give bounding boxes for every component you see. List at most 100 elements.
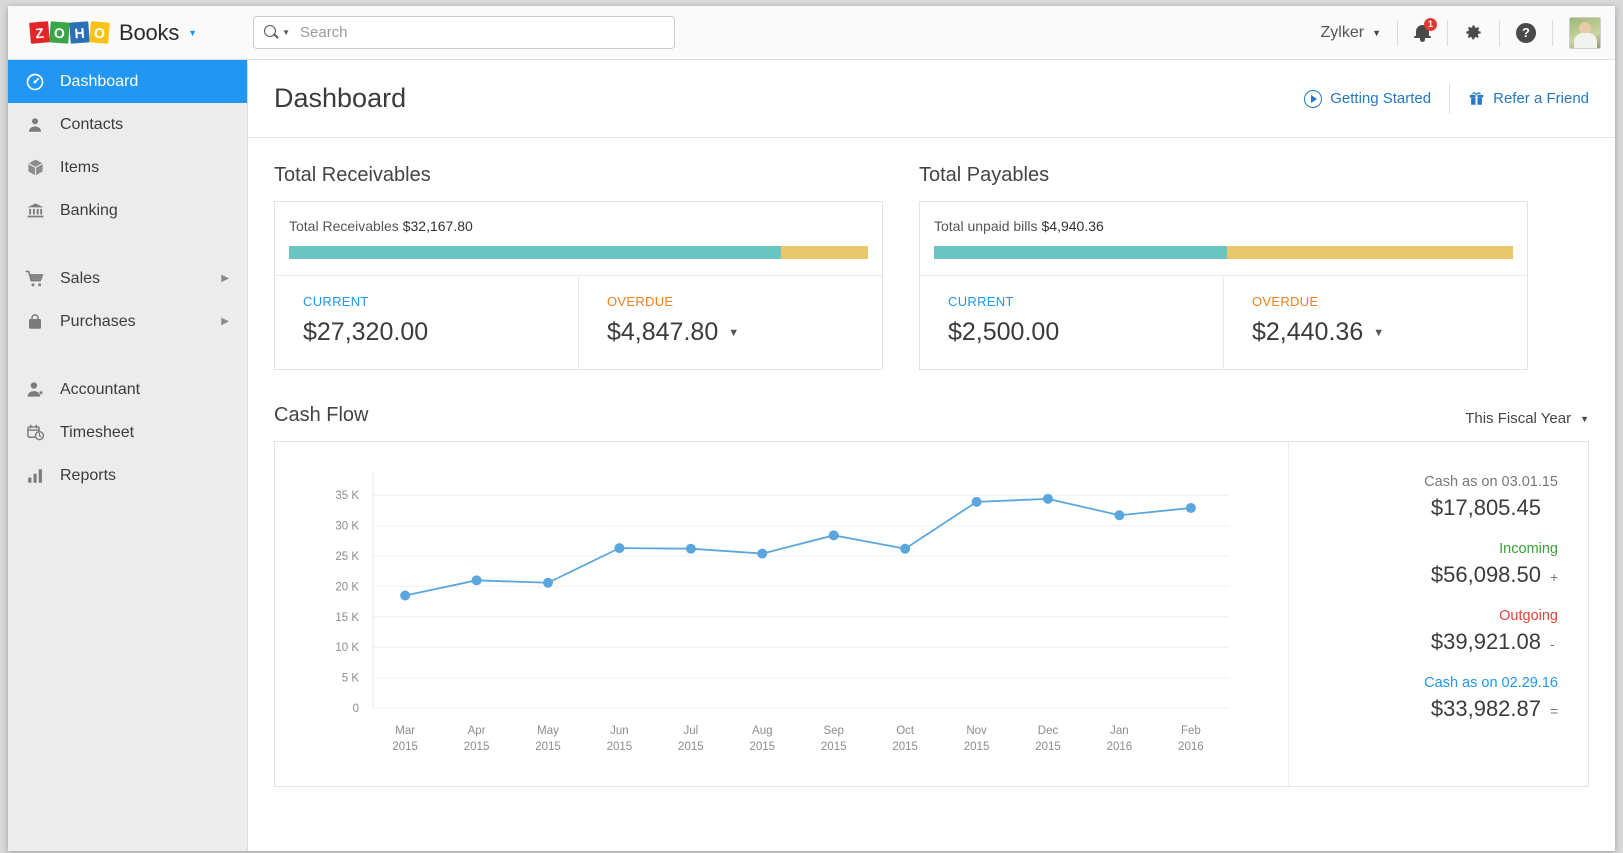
payables-overdue-value-row: $2,440.36 ▼ [1252,318,1527,347]
play-icon [1304,90,1322,108]
receivables-summary-label: Total Receivables [289,218,399,234]
receivables-metrics: CURRENT $27,320.00 OVERDUE $4,847.80 ▼ [275,275,882,369]
avatar[interactable] [1569,17,1601,49]
svg-text:Oct: Oct [896,725,915,737]
receivables-section: Total Receivables Total Receivables$32,1… [274,164,883,370]
sidebar-item-reports[interactable]: Reports [8,454,247,497]
payables-overdue-metric[interactable]: OVERDUE $2,440.36 ▼ [1223,276,1527,369]
bar-chart-icon [24,465,46,487]
svg-text:20 K: 20 K [335,581,359,593]
svg-text:2015: 2015 [964,741,990,753]
cashflow-summary: Cash as on 03.01.15 $17,805.45 Incoming … [1288,442,1588,786]
brand-name: Books [119,20,179,46]
notifications-button[interactable]: 1 [1414,23,1431,42]
outgoing-value: $39,921.08 [1431,629,1541,655]
cashflow-line-chart: 05 K10 K15 K20 K25 K30 K35 KMar2015Apr20… [275,442,1275,786]
svg-text:2016: 2016 [1107,741,1133,753]
receivables-current-metric[interactable]: CURRENT $27,320.00 [275,276,578,369]
app-window: Z O H O Books ▼ ▼ Zylker ▼ 1 [8,6,1615,851]
payables-current-metric[interactable]: CURRENT $2,500.00 [920,276,1223,369]
org-switcher[interactable]: Zylker ▼ [1321,24,1381,42]
svg-text:2015: 2015 [749,741,775,753]
gauge-icon [24,71,46,93]
search-box[interactable]: ▼ [253,16,675,49]
chevron-down-icon[interactable]: ▼ [188,28,197,38]
receivables-current-segment [289,246,781,259]
svg-text:2015: 2015 [821,741,847,753]
svg-text:0: 0 [353,703,359,715]
svg-text:2015: 2015 [678,741,704,753]
chevron-down-icon[interactable]: ▼ [282,28,290,37]
opening-balance-block: Cash as on 03.01.15 $17,805.45 [1289,474,1558,521]
divider [1397,20,1398,46]
svg-text:2016: 2016 [1178,741,1204,753]
svg-text:25 K: 25 K [335,551,359,563]
opening-balance-label: Cash as on 03.01.15 [1289,474,1558,490]
sidebar-item-label: Purchases [60,313,221,331]
org-name: Zylker [1321,24,1365,42]
notification-badge: 1 [1424,18,1437,31]
closing-balance-operator: = [1550,703,1558,719]
search-input[interactable] [300,24,664,41]
sidebar-item-label: Banking [60,202,247,220]
sidebar-item-items[interactable]: Items [8,146,247,189]
closing-balance-block: Cash as on 02.29.16 $33,982.87 = [1289,675,1558,722]
receivables-overdue-value-row: $4,847.80 ▼ [607,318,882,347]
outgoing-value-row: $39,921.08 - [1289,629,1558,655]
sidebar: Dashboard Contacts Items Banking S [8,60,248,851]
closing-balance-value: $33,982.87 [1431,696,1541,722]
chevron-down-icon[interactable]: ▼ [728,327,739,339]
payables-section: Total Payables Total unpaid bills$4,940.… [919,164,1528,370]
payables-summary: Total unpaid bills$4,940.36 [934,218,1513,234]
sidebar-item-accountant[interactable]: Accountant [8,368,247,411]
clock-cal-icon [24,422,46,444]
page-header: Dashboard Getting Started Refer a Friend [248,60,1615,138]
svg-text:Nov: Nov [966,725,987,737]
svg-text:Feb: Feb [1181,725,1201,737]
svg-text:2015: 2015 [535,741,561,753]
divider [1499,20,1500,46]
svg-text:Aug: Aug [752,725,772,737]
refer-a-friend-link[interactable]: Refer a Friend [1468,90,1589,107]
sidebar-item-contacts[interactable]: Contacts [8,103,247,146]
incoming-value: $56,098.50 [1431,562,1541,588]
sidebar-item-sales[interactable]: Sales ▶ [8,257,247,300]
payables-summary-value: $4,940.36 [1042,218,1104,234]
sidebar-item-banking[interactable]: Banking [8,189,247,232]
payables-current-segment [934,246,1227,259]
gift-icon [1468,90,1485,107]
logo-tile-h: H [69,21,89,43]
svg-text:2015: 2015 [1035,741,1061,753]
chevron-down-icon[interactable]: ▼ [1373,327,1384,339]
settings-button[interactable] [1464,23,1483,42]
logo-tile-o1: O [49,21,69,43]
logo-tile-z: Z [29,21,50,44]
summary-cards-row: Total Receivables Total Receivables$32,1… [274,164,1589,370]
svg-text:2015: 2015 [892,741,918,753]
person-star-icon [24,379,46,401]
receivables-current-value: $27,320.00 [303,318,428,347]
sidebar-item-label: Dashboard [60,73,247,91]
payables-current-label: CURRENT [948,294,1223,309]
cart-icon [24,268,46,290]
outgoing-operator: - [1550,636,1558,652]
sidebar-item-timesheet[interactable]: Timesheet [8,411,247,454]
svg-text:2015: 2015 [392,741,418,753]
chevron-right-icon: ▶ [221,316,229,327]
brand[interactable]: Z O H O Books ▼ [30,20,197,46]
cashflow-period-label: This Fiscal Year [1465,410,1571,427]
cashflow-chart[interactable]: 05 K10 K15 K20 K25 K30 K35 KMar2015Apr20… [275,442,1288,786]
cashflow-period-selector[interactable]: This Fiscal Year ▼ [1465,410,1589,427]
sidebar-item-dashboard[interactable]: Dashboard [8,60,247,103]
sidebar-item-purchases[interactable]: Purchases ▶ [8,300,247,343]
getting-started-link[interactable]: Getting Started [1304,90,1431,108]
divider [1552,20,1553,46]
help-button[interactable]: ? [1516,23,1536,43]
cashflow-card: 05 K10 K15 K20 K25 K30 K35 KMar2015Apr20… [274,441,1589,787]
receivables-overdue-label: OVERDUE [607,294,882,309]
closing-balance-label[interactable]: Cash as on 02.29.16 [1289,675,1558,691]
search-icon [264,25,279,40]
sidebar-item-label: Sales [60,270,221,288]
sidebar-item-label: Reports [60,467,247,485]
receivables-overdue-metric[interactable]: OVERDUE $4,847.80 ▼ [578,276,882,369]
